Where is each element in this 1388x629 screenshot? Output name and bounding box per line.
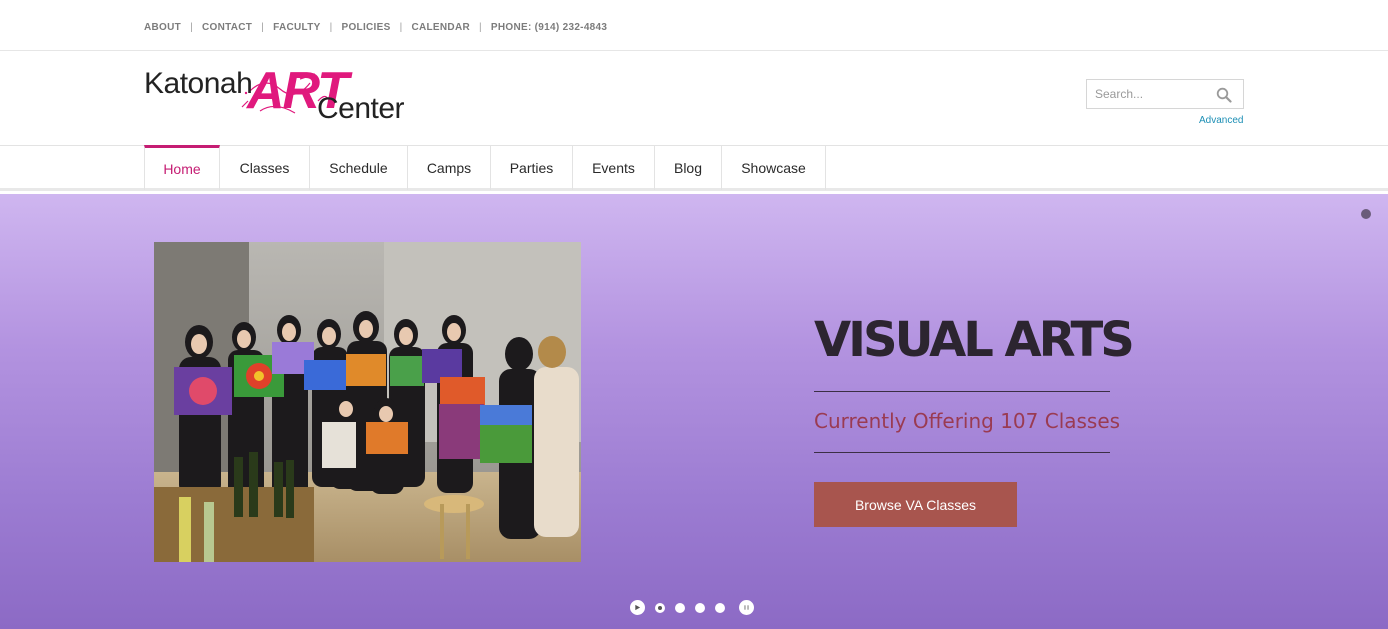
hero-subtitle: Currently Offering 107 Classes bbox=[814, 409, 1121, 433]
play-button[interactable] bbox=[630, 600, 645, 615]
main-navigation: Home Classes Schedule Camps Parties Even… bbox=[0, 145, 1388, 191]
group-painting-photo bbox=[154, 242, 581, 562]
nav-item-schedule[interactable]: Schedule bbox=[310, 145, 408, 190]
nav-item-camps[interactable]: Camps bbox=[408, 145, 491, 190]
search-input[interactable] bbox=[1087, 80, 1211, 108]
separator: | bbox=[261, 22, 265, 33]
calendar-link[interactable]: CALENDAR bbox=[411, 22, 470, 33]
site-header: Katonah ART Center Advanced bbox=[0, 51, 1388, 145]
slide-dot-2[interactable] bbox=[675, 602, 685, 613]
logo-text-center: Center bbox=[317, 92, 405, 125]
separator: | bbox=[190, 22, 193, 33]
nav-item-blog[interactable]: Blog bbox=[655, 145, 722, 190]
nav-item-classes[interactable]: Classes bbox=[220, 145, 310, 190]
logo-text-katonah: Katonah bbox=[144, 67, 253, 100]
slide-dot-4[interactable] bbox=[715, 602, 725, 613]
hero-title: VISUAL ARTS bbox=[814, 312, 1135, 368]
site-logo[interactable]: Katonah ART Center bbox=[144, 65, 405, 125]
phone-number: PHONE: (914) 232-4843 bbox=[490, 22, 608, 33]
hero-slider: VISUAL ARTS Currently Offering 107 Class… bbox=[0, 194, 1388, 629]
separator: | bbox=[399, 22, 403, 33]
divider bbox=[814, 452, 1110, 453]
policies-link[interactable]: POLICIES bbox=[342, 22, 391, 33]
slide-dot-3[interactable] bbox=[695, 602, 705, 613]
search-box bbox=[1086, 79, 1244, 109]
search-icon[interactable] bbox=[1216, 87, 1232, 103]
slider-indicator-dot[interactable] bbox=[1361, 209, 1371, 219]
separator: | bbox=[479, 22, 482, 33]
play-icon bbox=[635, 604, 641, 611]
divider bbox=[814, 391, 1110, 392]
about-link[interactable]: ABOUT bbox=[144, 22, 181, 33]
nav-item-events[interactable]: Events bbox=[573, 145, 655, 190]
pause-icon bbox=[744, 605, 749, 610]
nav-item-showcase[interactable]: Showcase bbox=[722, 145, 826, 190]
nav-item-home[interactable]: Home bbox=[144, 145, 220, 190]
faculty-link[interactable]: FACULTY bbox=[273, 22, 320, 33]
utility-links: ABOUT | CONTACT | FACULTY | POLICIES | C… bbox=[144, 22, 607, 33]
top-utility-bar: ABOUT | CONTACT | FACULTY | POLICIES | C… bbox=[0, 0, 1388, 51]
pause-button[interactable] bbox=[739, 600, 754, 615]
contact-link[interactable]: CONTACT bbox=[202, 22, 252, 33]
slider-controls bbox=[630, 600, 754, 615]
browse-classes-button[interactable]: Browse VA Classes bbox=[814, 482, 1017, 527]
slide-dot-1[interactable] bbox=[655, 602, 665, 613]
separator: | bbox=[329, 22, 333, 33]
nav-item-parties[interactable]: Parties bbox=[491, 145, 573, 190]
advanced-search-link[interactable]: Advanced bbox=[1199, 115, 1243, 126]
